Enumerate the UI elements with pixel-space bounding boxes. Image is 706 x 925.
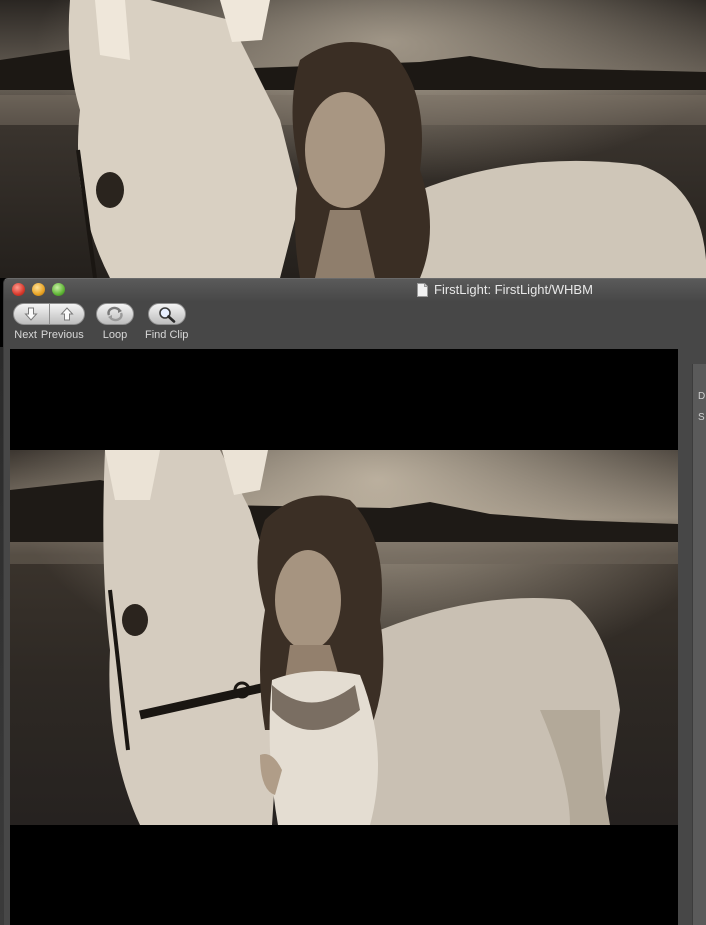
- document-icon: [417, 282, 428, 297]
- clip-frame-image: [10, 450, 678, 825]
- previous-button[interactable]: [48, 304, 85, 324]
- find-clip-group: Find Clip: [145, 303, 188, 341]
- background-photo: [0, 0, 706, 278]
- clip-viewer[interactable]: [10, 349, 678, 925]
- title-bar[interactable]: FirstLight: FirstLight/WHBM: [4, 279, 706, 301]
- magnifier-icon: [158, 306, 176, 323]
- firstlight-window: FirstLight: FirstLight/WHBM Next Previou…: [3, 278, 706, 925]
- loop-group: Loop: [96, 303, 134, 341]
- toolbar: Next Previous Loop Find Clip: [4, 301, 706, 346]
- next-previous-control: [13, 303, 85, 325]
- window-title-text: FirstLight: FirstLight/WHBM: [434, 282, 593, 297]
- find-clip-label: Find Clip: [145, 329, 189, 341]
- inspector-label-partial-1: D: [698, 391, 706, 402]
- loop-icon: [107, 306, 123, 322]
- loop-label: Loop: [102, 329, 128, 341]
- previous-label: Previous: [40, 329, 84, 341]
- next-button[interactable]: [14, 304, 49, 324]
- find-clip-button[interactable]: [147, 303, 186, 325]
- minimize-button-icon[interactable]: [32, 283, 45, 296]
- inspector-label-partial-2: S: [698, 412, 705, 423]
- window-title: FirstLight: FirstLight/WHBM: [417, 282, 593, 297]
- arrow-up-icon: [60, 307, 74, 321]
- arrow-down-icon: [24, 307, 38, 321]
- zoom-button-icon[interactable]: [52, 283, 65, 296]
- inspector-panel-edge: [692, 364, 706, 925]
- next-label: Next: [14, 329, 37, 341]
- close-button-icon[interactable]: [12, 283, 25, 296]
- next-previous-group: Next Previous: [13, 303, 85, 341]
- loop-button[interactable]: [96, 303, 134, 325]
